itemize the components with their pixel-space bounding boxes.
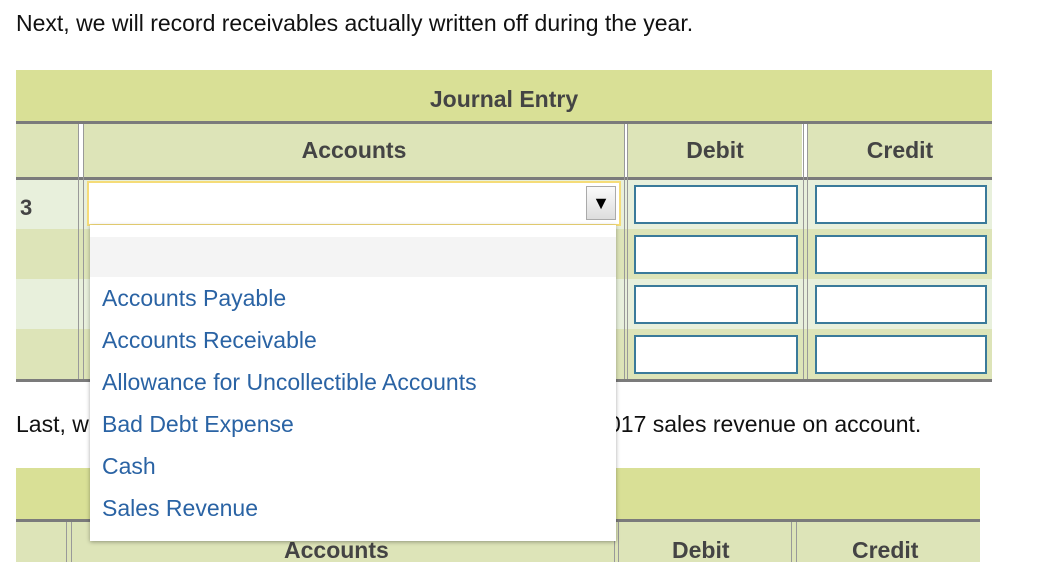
journal-entry-title: Journal Entry xyxy=(16,70,992,121)
credit-input-3[interactable] xyxy=(815,285,987,324)
dropdown-option[interactable]: Allowance for Uncollectible Accounts xyxy=(102,369,477,396)
credit-input-1[interactable] xyxy=(815,185,987,224)
row-number: 3 xyxy=(20,195,33,220)
dropdown-option[interactable]: Accounts Payable xyxy=(102,285,286,312)
intro-text: Next, we will record receivables actuall… xyxy=(16,10,694,36)
debit-input-1[interactable] xyxy=(634,185,798,224)
dropdown-option[interactable]: Accounts Receivable xyxy=(102,327,317,354)
credit-input-4[interactable] xyxy=(815,335,987,374)
debit-header: Debit xyxy=(628,124,802,177)
dropdown-option[interactable]: Sales Revenue xyxy=(102,495,258,522)
last-text-left: Last, w xyxy=(16,411,89,437)
last-text-right: 017 sales revenue on account. xyxy=(608,411,922,437)
debit-input-4[interactable] xyxy=(634,335,798,374)
accounts-header: Accounts xyxy=(84,124,624,177)
account-select[interactable]: ▼ xyxy=(87,181,621,226)
table2-credit-header: Credit xyxy=(852,537,919,563)
credit-input-2[interactable] xyxy=(815,235,987,274)
dropdown-option[interactable]: Cash xyxy=(102,453,156,480)
table2-debit-header: Debit xyxy=(672,537,730,563)
table2-accounts-header: Accounts xyxy=(284,537,389,563)
account-dropdown-list: Accounts Payable Accounts Receivable All… xyxy=(90,225,616,541)
dropdown-option[interactable]: Bad Debt Expense xyxy=(102,411,294,438)
debit-input-2[interactable] xyxy=(634,235,798,274)
dropdown-option-blank[interactable] xyxy=(90,237,616,277)
dropdown-arrow-icon[interactable]: ▼ xyxy=(586,186,616,220)
row-number-header xyxy=(16,124,78,177)
credit-header: Credit xyxy=(808,124,992,177)
debit-input-3[interactable] xyxy=(634,285,798,324)
